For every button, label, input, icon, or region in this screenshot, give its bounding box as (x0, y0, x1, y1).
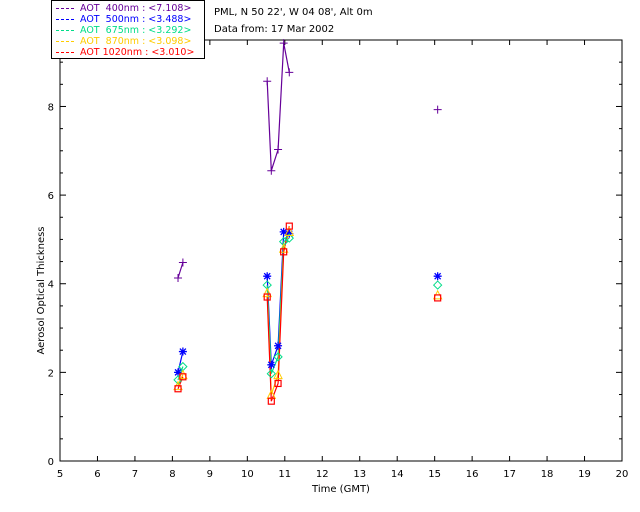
legend-swatch-870nm (56, 41, 74, 42)
x-tick-label: 10 (241, 469, 254, 480)
x-tick-label: 7 (132, 469, 138, 480)
legend-entry-400nm: AOT 400nm : <7.108> (56, 3, 191, 14)
plot-frame (59, 39, 623, 462)
data-point-1 (178, 347, 187, 356)
legend-label-1020nm: AOT 1020nm : <3.010> (80, 47, 195, 58)
y-tick-label: 6 (48, 191, 54, 202)
legend-swatch-675nm (56, 30, 74, 31)
x-tick-label: 12 (316, 469, 329, 480)
chart: 5 6 7 8 9 10 11 12 13 14 15 16 17 18 19 20 0 2 4 6 8 Time (GM… (36, 39, 629, 495)
legend-swatch-1020nm (56, 52, 74, 53)
x-tick-label: 15 (428, 469, 441, 480)
legend-label-500nm: AOT 500nm : <3.488> (80, 14, 192, 25)
y-tick-label: 2 (48, 368, 54, 379)
data-point-1 (274, 341, 283, 350)
y-axis-title: Aerosol Optical Thickness (36, 226, 47, 354)
legend-entry-500nm: AOT 500nm : <3.488> (56, 14, 191, 25)
data-point-0 (174, 273, 183, 282)
legend-label-870nm: AOT 870nm : <3.098> (80, 36, 192, 47)
legend: AOT 400nm : <7.108> AOT 500nm : <3.488> … (51, 0, 205, 59)
data-point-0 (267, 166, 276, 175)
x-tick-label: 6 (94, 469, 100, 480)
legend-entry-675nm: AOT 675nm : <3.292> (56, 25, 191, 36)
date-text: Data from: 17 Mar 2002 (214, 24, 335, 35)
x-tick-label: 11 (278, 469, 291, 480)
legend-label-675nm: AOT 675nm : <3.292> (80, 25, 192, 36)
y-tick-label: 4 (48, 280, 54, 291)
legend-label-400nm: AOT 400nm : <7.108> (80, 3, 192, 14)
x-tick-label: 9 (207, 469, 213, 480)
legend-entry-1020nm: AOT 1020nm : <3.010> (56, 47, 194, 58)
data-point-1 (263, 272, 272, 281)
x-tick-label: 19 (578, 469, 591, 480)
location-text: PML, N 50 22', W 04 08', Alt 0m (214, 7, 373, 18)
data-point-2 (432, 280, 443, 290)
x-axis-title: Time (GMT) (311, 484, 370, 495)
y-tick-label: 0 (48, 457, 54, 468)
data-point-0 (433, 105, 442, 114)
x-tick-label: 20 (616, 469, 629, 480)
x-tick-label: 5 (57, 469, 63, 480)
series-line-0 (177, 262, 184, 279)
x-tick-label: 8 (169, 469, 175, 480)
x-tick-label: 18 (541, 469, 554, 480)
data-point-0 (285, 68, 294, 77)
data-point-0 (263, 77, 272, 86)
x-tick-label: 13 (353, 469, 366, 480)
data-point-1 (267, 360, 276, 369)
x-tick-label: 17 (503, 469, 516, 480)
y-tick-label: 8 (48, 102, 54, 113)
data-point-0 (274, 145, 283, 154)
data-point-0 (178, 258, 187, 267)
x-tick-label: 14 (391, 469, 404, 480)
x-tick-label: 16 (466, 469, 479, 480)
legend-entry-870nm: AOT 870nm : <3.098> (56, 36, 191, 47)
legend-swatch-400nm (56, 8, 74, 9)
data-point-1 (433, 272, 442, 281)
legend-swatch-500nm (56, 19, 74, 20)
